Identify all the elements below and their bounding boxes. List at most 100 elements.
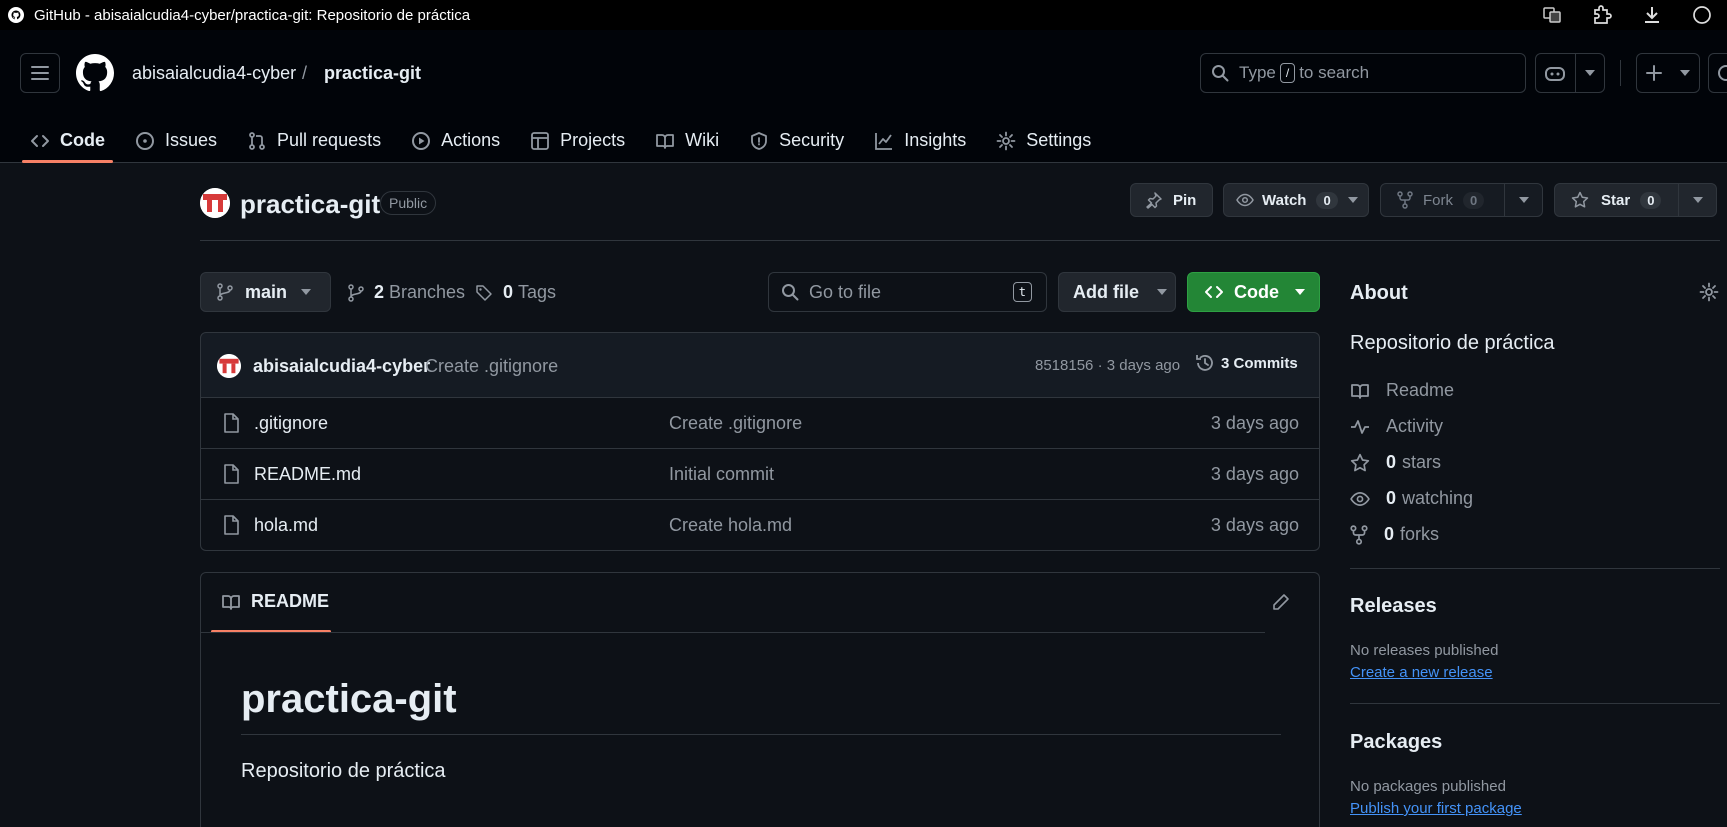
- file-commit-message[interactable]: Create hola.md: [669, 515, 792, 536]
- tab-settings[interactable]: Settings: [996, 118, 1091, 163]
- tab-actions[interactable]: Actions: [411, 118, 500, 163]
- tag-icon: [476, 284, 492, 301]
- github-header: abisaialcudia4-cyber / practica-git Type…: [0, 30, 1727, 163]
- shield-icon: [751, 131, 768, 150]
- publish-package-link[interactable]: Publish your first package: [1350, 800, 1522, 817]
- tab-pull-requests[interactable]: Pull requests: [247, 118, 381, 163]
- breadcrumb-repo[interactable]: practica-git: [324, 63, 421, 84]
- readme-body: Repositorio de práctica: [241, 760, 446, 782]
- file-row[interactable]: hola.md Create hola.md 3 days ago: [200, 500, 1320, 551]
- chevron-down-icon[interactable]: [1679, 197, 1716, 203]
- branch-icon: [348, 283, 364, 302]
- issue-icon: [136, 131, 154, 150]
- file-commit-message[interactable]: Create .gitignore: [669, 413, 802, 434]
- releases-title[interactable]: Releases: [1350, 595, 1437, 618]
- search-input[interactable]: Type / to search: [1200, 53, 1526, 93]
- create-new-button[interactable]: [1636, 53, 1700, 93]
- forks-link[interactable]: 0 forks: [1350, 524, 1439, 545]
- chevron-down-icon[interactable]: [1505, 197, 1542, 203]
- pin-button[interactable]: Pin: [1130, 183, 1213, 217]
- breadcrumb-owner[interactable]: abisaialcudia4-cyber: [132, 63, 296, 84]
- tab-issues[interactable]: Issues: [135, 118, 217, 163]
- file-name[interactable]: README.md: [254, 464, 361, 485]
- watching-link[interactable]: 0 watching: [1350, 488, 1473, 509]
- menu-button[interactable]: [20, 53, 60, 93]
- commit-meta[interactable]: 8518156 · 3 days ago: [1035, 357, 1180, 374]
- add-file-button[interactable]: Add file: [1058, 272, 1176, 312]
- go-to-file-shortcut: t: [1012, 282, 1032, 302]
- file-row[interactable]: .gitignore Create .gitignore 3 days ago: [200, 398, 1320, 449]
- account-icon[interactable]: [1677, 0, 1727, 30]
- browser-titlebar: GitHub - abisaialcudia4-cyber/practica-g…: [0, 0, 1727, 30]
- commits-link[interactable]: 3 Commits: [1195, 353, 1298, 373]
- pin-icon: [1146, 192, 1162, 209]
- packages-title[interactable]: Packages: [1350, 731, 1442, 754]
- browser-tab-title: GitHub - abisaialcudia4-cyber/practica-g…: [34, 6, 471, 24]
- tags-link[interactable]: 0 Tags: [475, 282, 556, 303]
- tab-security[interactable]: Security: [749, 118, 844, 163]
- repo-nav: Code Issues Pull requests Actions Projec…: [20, 118, 1121, 163]
- chevron-down-icon[interactable]: [1574, 54, 1604, 92]
- branches-count: 2: [374, 282, 385, 302]
- file-name[interactable]: .gitignore: [254, 413, 328, 434]
- issues-button[interactable]: [1708, 53, 1727, 93]
- code-button[interactable]: Code: [1187, 272, 1320, 312]
- forks-count: 0: [1384, 524, 1395, 544]
- eye-icon: [1236, 193, 1254, 207]
- eye-icon: [1350, 491, 1370, 506]
- search-prefix: Type: [1239, 63, 1276, 82]
- search-shortcut-key: /: [1279, 63, 1296, 83]
- commit-author-avatar[interactable]: [217, 354, 241, 378]
- edit-readme-button[interactable]: [1272, 593, 1290, 611]
- stars-link[interactable]: 0 stars: [1350, 452, 1441, 473]
- tab-projects[interactable]: Projects: [530, 118, 625, 163]
- readme-tab[interactable]: README: [221, 591, 329, 612]
- repo-owner-avatar[interactable]: [200, 188, 230, 218]
- tab-code-label: Code: [60, 130, 105, 150]
- star-label: Star: [1601, 191, 1631, 209]
- go-to-file-input[interactable]: Go to file t: [768, 272, 1047, 312]
- readme-link-label: Readme: [1386, 380, 1455, 400]
- breadcrumb-separator: /: [302, 63, 308, 83]
- tab-insights[interactable]: Insights: [874, 118, 966, 163]
- readme-link[interactable]: Readme: [1350, 380, 1454, 401]
- translate-icon[interactable]: [1527, 0, 1577, 30]
- about-title: About: [1350, 282, 1408, 304]
- extensions-icon[interactable]: [1577, 0, 1627, 30]
- tab-code[interactable]: Code: [22, 118, 113, 163]
- file-date: 3 days ago: [1210, 514, 1299, 535]
- history-icon: [1196, 355, 1213, 371]
- file-row[interactable]: README.md Initial commit 3 days ago: [200, 449, 1320, 500]
- file-commit-message[interactable]: Initial commit: [669, 464, 774, 485]
- book-icon: [222, 594, 240, 610]
- plus-icon: [1646, 65, 1662, 81]
- table-icon: [531, 131, 550, 150]
- branch-select-button[interactable]: main: [200, 272, 331, 312]
- copilot-icon: [1536, 64, 1575, 82]
- watch-button[interactable]: Watch 0: [1223, 183, 1369, 217]
- tags-count: 0: [503, 282, 514, 302]
- star-button[interactable]: Star 0: [1554, 183, 1717, 217]
- fork-icon: [1350, 524, 1368, 545]
- commit-message[interactable]: Create .gitignore: [425, 356, 558, 377]
- fork-button[interactable]: Fork 0: [1380, 183, 1543, 217]
- download-icon[interactable]: [1627, 0, 1677, 30]
- tab-insights-label: Insights: [904, 130, 967, 150]
- copilot-button[interactable]: [1535, 53, 1605, 93]
- file-name[interactable]: hola.md: [254, 515, 318, 536]
- create-release-link[interactable]: Create a new release: [1350, 664, 1493, 681]
- gear-icon: [1699, 282, 1719, 302]
- sidebar-divider: [1350, 703, 1720, 704]
- pin-label: Pin: [1173, 191, 1197, 209]
- book-icon: [656, 133, 675, 149]
- about-settings-button[interactable]: [1699, 282, 1719, 302]
- pencil-icon: [1273, 594, 1289, 610]
- activity-link[interactable]: Activity: [1350, 416, 1443, 437]
- commit-author[interactable]: abisaialcudia4-cyber: [253, 356, 430, 377]
- github-logo-icon[interactable]: [76, 54, 114, 92]
- tags-label: Tags: [518, 282, 557, 302]
- chevron-down-icon: [1680, 70, 1690, 76]
- tab-wiki[interactable]: Wiki: [655, 118, 719, 163]
- branches-link[interactable]: 2 Branches: [348, 282, 465, 303]
- repo-title[interactable]: practica-git: [240, 189, 380, 220]
